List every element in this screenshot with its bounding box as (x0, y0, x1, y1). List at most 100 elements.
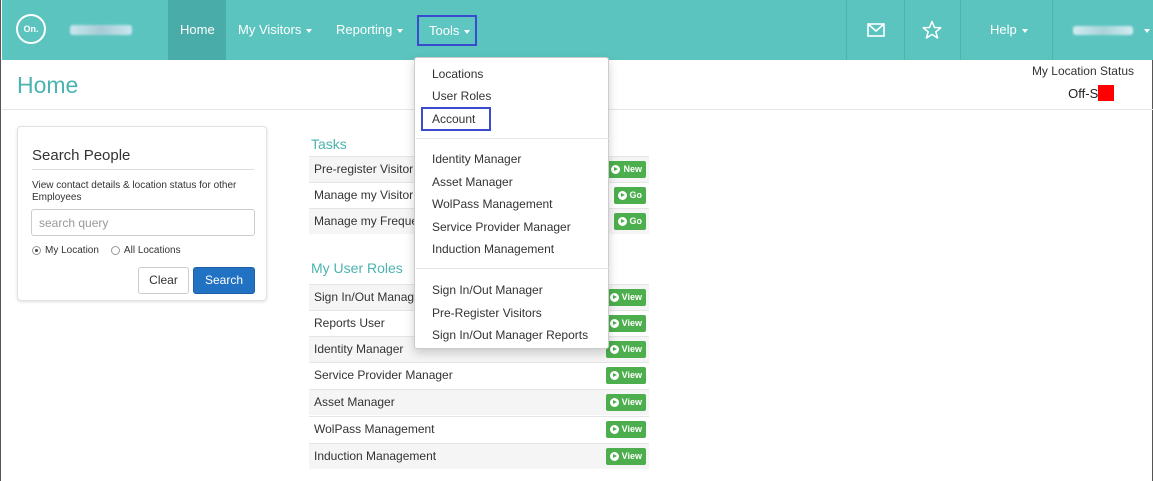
menu-item-pre-register-visitors[interactable]: Pre-Register Visitors (432, 306, 542, 320)
task-go-button[interactable]: Go (613, 187, 646, 204)
menu-divider (416, 138, 609, 139)
clear-button[interactable]: Clear (138, 267, 189, 294)
logo[interactable]: On. (16, 14, 46, 44)
nav-tools-label: Tools (429, 23, 460, 38)
search-panel-divider (32, 169, 254, 170)
envelope-icon[interactable] (866, 20, 886, 40)
menu-item-locations[interactable]: Locations (432, 67, 483, 81)
nav-reporting-label: Reporting (336, 22, 393, 37)
role-label: Identity Manager (314, 342, 404, 356)
radio-all-locations-label: All Locations (123, 245, 181, 256)
user-menu-redacted[interactable] (1073, 26, 1133, 35)
role-view-button[interactable]: View (605, 421, 646, 438)
radio-all-locations[interactable] (110, 246, 120, 255)
role-label: Induction Management (314, 449, 437, 463)
button-label: View (621, 397, 642, 407)
nav-divider (1052, 0, 1053, 60)
nav-divider (960, 0, 961, 60)
arrow-circle-icon (617, 217, 627, 226)
task-go-button[interactable]: Go (613, 213, 646, 230)
menu-divider (416, 268, 609, 269)
star-icon[interactable] (922, 20, 942, 40)
role-row: Induction Management View (309, 443, 649, 469)
button-label: New (623, 164, 642, 174)
caret-down-icon (397, 28, 404, 33)
nav-divider (846, 0, 847, 60)
menu-item-sign-in-out-manager-reports[interactable]: Sign In/Out Manager Reports (432, 328, 588, 342)
task-new-button[interactable]: New (607, 161, 646, 178)
nav-divider (904, 0, 905, 60)
radio-my-location-label: My Location (45, 245, 99, 256)
role-row: Service Provider Manager View (309, 362, 649, 388)
button-label: Go (629, 190, 643, 200)
role-row: Asset Manager View (309, 389, 649, 415)
nav-help[interactable]: Help (990, 0, 1028, 60)
caret-down-icon (306, 28, 313, 33)
nav-help-label: Help (990, 22, 1017, 37)
role-view-button[interactable]: View (605, 315, 646, 332)
page-title: Home (17, 72, 79, 98)
radio-my-location[interactable] (32, 246, 41, 255)
nav-tools[interactable]: Tools (417, 15, 477, 46)
menu-item-service-provider-manager[interactable]: Service Provider Manager (432, 220, 571, 234)
role-view-button[interactable]: View (605, 341, 646, 358)
search-input[interactable] (31, 209, 255, 236)
location-status-label: My Location Status (1031, 64, 1134, 78)
search-button[interactable]: Search (193, 267, 255, 294)
role-label: WolPass Management (314, 422, 435, 436)
role-label: Asset Manager (314, 395, 395, 409)
search-people-panel: Search People View contact details & loc… (17, 126, 267, 301)
user-caret-down-icon[interactable] (1144, 29, 1150, 33)
nav-my-visitors[interactable]: My Visitors (238, 0, 313, 60)
role-view-button[interactable]: View (605, 367, 646, 384)
arrow-circle-icon (609, 398, 619, 407)
task-label: Manage my Freque (314, 214, 419, 228)
button-label: View (621, 344, 642, 354)
button-label: View (621, 451, 642, 461)
task-label: Pre-register Visitor (314, 162, 414, 176)
menu-item-account[interactable]: Account (432, 112, 475, 126)
task-label: Manage my Visitor (314, 188, 414, 202)
role-label: Service Provider Manager (314, 368, 453, 382)
arrow-circle-icon (609, 452, 619, 461)
button-label: View (621, 292, 642, 302)
arrow-circle-icon (609, 293, 619, 302)
button-label: View (621, 370, 642, 380)
arrow-circle-icon (609, 425, 619, 434)
role-view-button[interactable]: View (605, 289, 646, 306)
tools-dropdown-menu: Locations User Roles Account Identity Ma… (414, 57, 609, 349)
caret-down-icon (464, 29, 471, 34)
arrow-circle-icon (611, 165, 621, 174)
top-navbar: On. Home My Visitors Reporting Tools Hel… (2, 0, 1153, 60)
role-label: Sign In/Out Manag (314, 290, 415, 304)
status-indicator (1098, 85, 1114, 101)
button-label: View (621, 318, 642, 328)
button-label: View (621, 424, 642, 434)
menu-item-wolpass-management[interactable]: WolPass Management (432, 197, 553, 211)
menu-item-identity-manager[interactable]: Identity Manager (432, 152, 521, 166)
role-view-button[interactable]: View (605, 394, 646, 411)
role-label: Reports User (314, 316, 385, 330)
caret-down-icon (1021, 28, 1028, 33)
user-roles-title: My User Roles (311, 260, 403, 276)
arrow-circle-icon (617, 191, 627, 200)
search-panel-description: View contact details & location status f… (32, 180, 237, 203)
location-scope-radios: My Location All Locations (32, 245, 181, 256)
menu-item-asset-manager[interactable]: Asset Manager (432, 175, 513, 189)
role-view-button[interactable]: View (605, 448, 646, 465)
menu-item-sign-in-out-manager[interactable]: Sign In/Out Manager (432, 283, 543, 297)
arrow-circle-icon (609, 319, 619, 328)
menu-item-user-roles[interactable]: User Roles (432, 89, 491, 103)
arrow-circle-icon (609, 345, 619, 354)
app-frame: On. Home My Visitors Reporting Tools Hel… (0, 0, 1153, 481)
nav-reporting[interactable]: Reporting (336, 0, 404, 60)
menu-item-induction-management[interactable]: Induction Management (432, 242, 554, 256)
nav-home[interactable]: Home (168, 0, 226, 60)
nav-home-label: Home (180, 22, 215, 37)
nav-my-visitors-label: My Visitors (238, 22, 302, 37)
button-label: Go (629, 216, 643, 226)
arrow-circle-icon (609, 371, 619, 380)
role-row: WolPass Management View (309, 416, 649, 442)
search-panel-title: Search People (32, 147, 131, 164)
tasks-title: Tasks (311, 136, 347, 152)
